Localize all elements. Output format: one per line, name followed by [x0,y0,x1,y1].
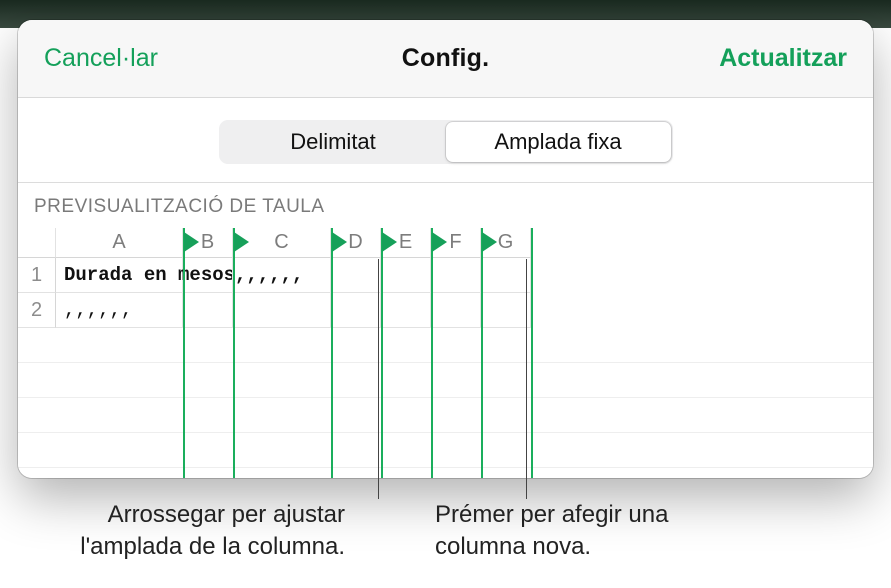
table-row: Durada en mesos,,,,,, [56,258,873,293]
tab-delimited[interactable]: Delimitat [221,122,446,162]
column-header-a[interactable]: A [56,228,183,258]
row-header-2[interactable]: 2 [18,293,56,328]
cell[interactable] [431,293,481,328]
cell[interactable] [233,293,331,328]
grid-corner [18,228,56,258]
callout-leader-press [526,259,527,499]
cell[interactable] [331,293,381,328]
row-headers: 1 2 [18,258,56,328]
grid-line [18,468,873,478]
cell[interactable] [331,258,381,293]
cell[interactable] [381,293,431,328]
grid-lines [18,328,873,478]
cell[interactable]: Durada en mesos,,,,,, [56,258,183,293]
callout-leader-drag [378,259,379,499]
cell[interactable] [381,258,431,293]
cell[interactable] [183,258,233,293]
callout-press: Prémer per afegir una columna nova. [435,499,705,564]
cell[interactable] [183,293,233,328]
column-divider-handle-f[interactable] [432,232,447,252]
cell[interactable] [481,293,531,328]
column-divider-handle-e[interactable] [382,232,397,252]
mode-segmented-control: Delimitat Amplada fixa [219,120,673,164]
grid-cells: Durada en mesos,,,,,, ,,,,,, [56,258,873,328]
cell[interactable]: ,,,,,, [56,293,183,328]
grid-line [18,328,873,363]
modal-title: Config. [402,44,489,73]
grid-line [18,433,873,468]
update-button[interactable]: Actualitzar [719,44,847,73]
table-preview: A B C D E F G 1 2 Durada en mesos,,,,,, [18,228,873,478]
preview-section-label: PREVISUALITZACIÓ DE TAULA [18,183,873,228]
import-config-modal: Cancel·lar Config. Actualitzar Delimitat… [18,20,873,478]
cell[interactable] [431,258,481,293]
column-divider-handle-c[interactable] [234,232,249,252]
grid-line [18,398,873,433]
column-divider-handle-b[interactable] [184,232,199,252]
cell[interactable] [481,258,531,293]
cell[interactable] [233,258,331,293]
column-divider-handle-d[interactable] [332,232,347,252]
tab-fixed-width[interactable]: Amplada fixa [446,122,671,162]
table-row: ,,,,,, [56,293,873,328]
callout-drag: Arrossegar per ajustar l'amplada de la c… [10,499,345,564]
column-divider-handle-g[interactable] [482,232,497,252]
row-header-1[interactable]: 1 [18,258,56,293]
cancel-button[interactable]: Cancel·lar [44,44,158,73]
mode-segmented-row: Delimitat Amplada fixa [18,98,873,183]
modal-header: Cancel·lar Config. Actualitzar [18,20,873,98]
grid-line [18,363,873,398]
column-headers: A B C D E F G [56,228,873,258]
